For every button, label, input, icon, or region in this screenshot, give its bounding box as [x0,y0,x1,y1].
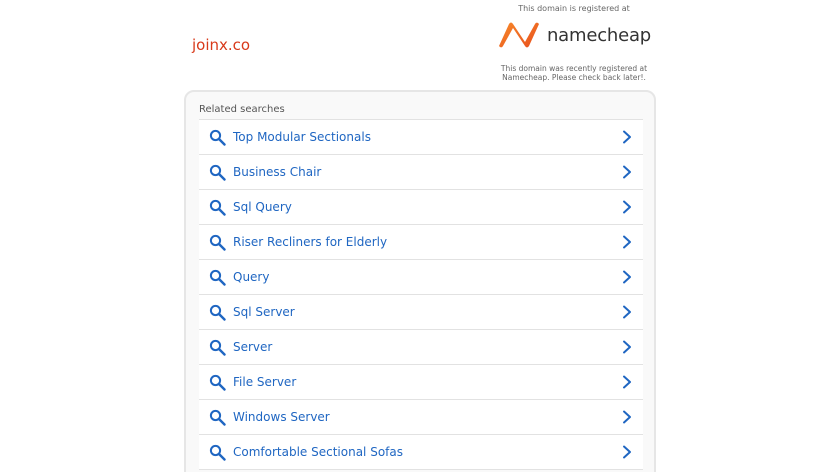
related-searches-title: Related searches [199,104,285,115]
related-searches-list: Top Modular Sectionals Business Chair Sql … [199,119,643,470]
chevron-right-icon [623,340,631,354]
list-item-label[interactable]: Sql Server [233,305,622,319]
list-item-label[interactable]: Comfortable Sectional Sofas [233,445,622,459]
parked-domain-page: joinx.co This domain is registered at na… [0,0,840,472]
list-item-label[interactable]: Sql Query [233,200,622,214]
chevron-right-icon [623,235,631,249]
chevron-right-icon [623,200,631,214]
search-icon [209,269,226,286]
search-icon [209,444,226,461]
list-item[interactable]: Sql Query [199,190,643,225]
list-item-label[interactable]: Riser Recliners for Elderly [233,235,622,249]
search-icon [209,234,226,251]
search-icon [209,374,226,391]
namecheap-wordmark: namecheap [546,24,652,46]
chevron-right-icon [623,130,631,144]
chevron-right-icon [623,165,631,179]
list-item[interactable]: Query [199,260,643,295]
domain-name: joinx.co [192,36,251,54]
registration-note: This domain was recently registered at N… [500,64,648,82]
registered-at-text: This domain is registered at [518,4,630,13]
registrar-block: This domain is registered at namecheap T… [496,4,652,82]
list-item[interactable]: Server [199,330,643,365]
chevron-right-icon [623,270,631,284]
chevron-right-icon [623,375,631,389]
search-icon [209,304,226,321]
search-icon [209,409,226,426]
chevron-right-icon [623,305,631,319]
list-item-label[interactable]: Server [233,340,622,354]
list-item[interactable]: Sql Server [199,295,643,330]
list-item-label[interactable]: Query [233,270,622,284]
namecheap-logo-icon [498,22,539,48]
chevron-right-icon [623,445,631,459]
list-item-label[interactable]: Business Chair [233,165,622,179]
list-item[interactable]: Riser Recliners for Elderly [199,225,643,260]
list-item[interactable]: Comfortable Sectional Sofas [199,435,643,470]
list-item[interactable]: Windows Server [199,400,643,435]
search-icon [209,129,226,146]
search-icon [209,199,226,216]
search-icon [209,339,226,356]
list-item-label[interactable]: Windows Server [233,410,622,424]
list-item[interactable]: Business Chair [199,155,643,190]
list-item[interactable]: File Server [199,365,643,400]
list-item[interactable]: Top Modular Sectionals [199,120,643,155]
list-item-label[interactable]: File Server [233,375,622,389]
related-searches-card: Related searches Top Modular Sectionals B… [184,90,656,472]
search-icon [209,164,226,181]
chevron-right-icon [623,410,631,424]
list-item-label[interactable]: Top Modular Sectionals [233,130,622,144]
namecheap-logo[interactable]: namecheap [496,21,652,49]
